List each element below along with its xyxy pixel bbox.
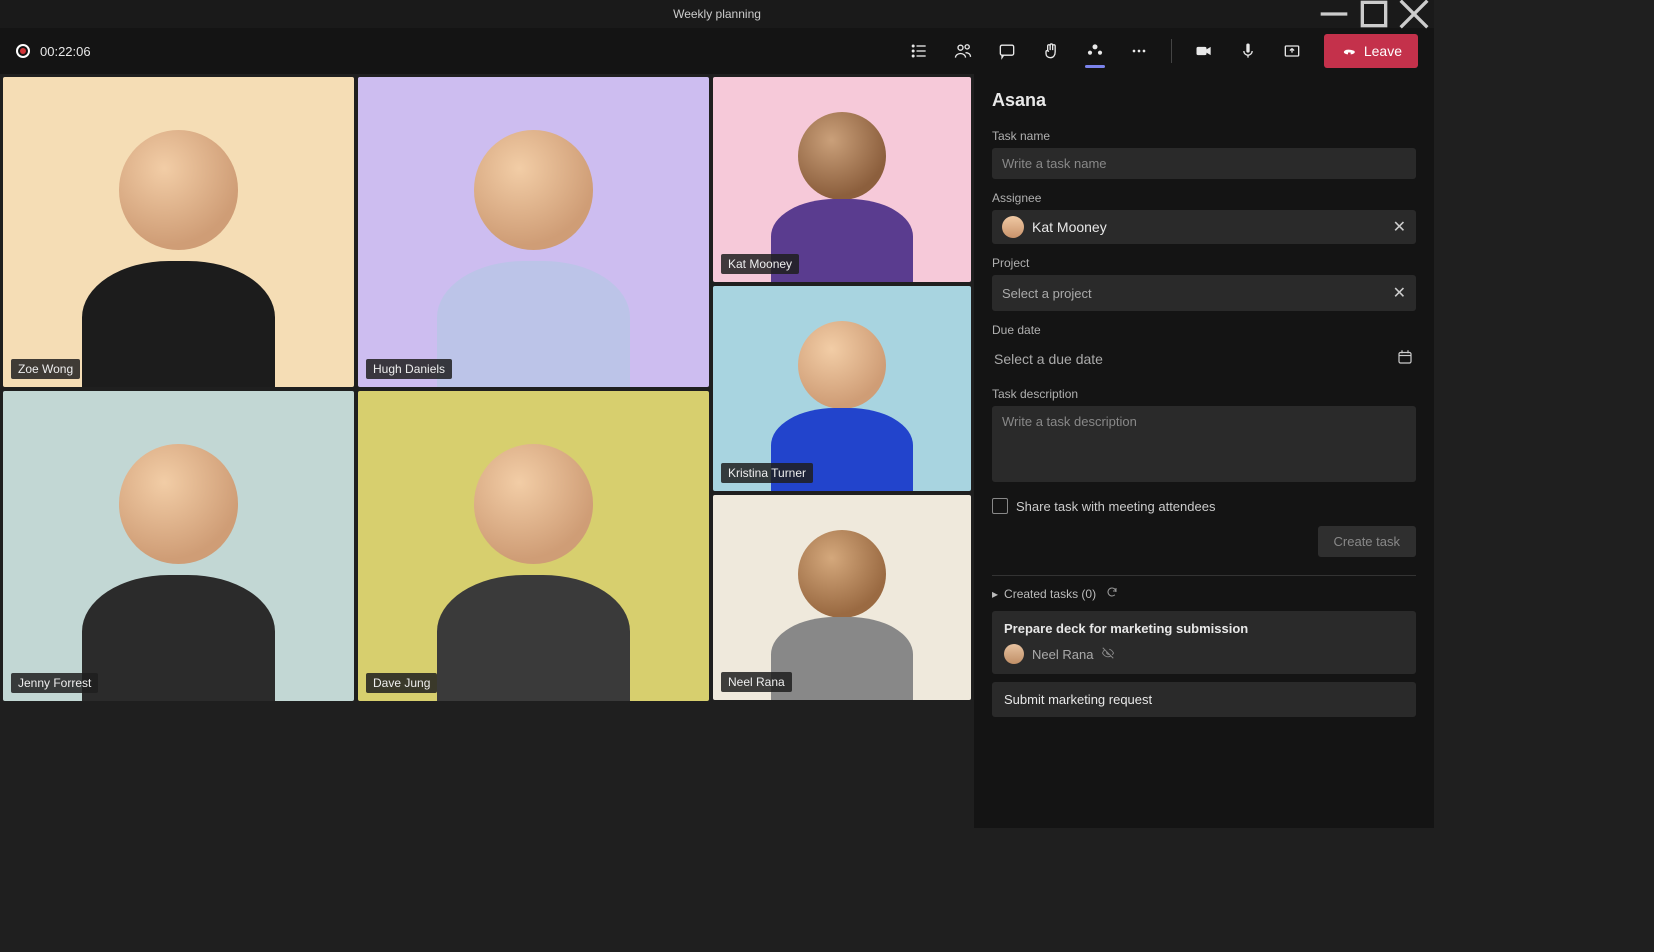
create-task-button[interactable]: Create task (1318, 526, 1416, 557)
participant-name: Neel Rana (721, 672, 792, 692)
meeting-toolbar: 00:22:06 Leave (0, 28, 1434, 74)
participant-tile[interactable]: Kat Mooney (713, 77, 971, 282)
titlebar: Weekly planning (0, 0, 1434, 28)
window-title: Weekly planning (673, 7, 761, 21)
description-input[interactable] (992, 406, 1416, 482)
call-timer: 00:22:06 (40, 44, 91, 59)
window-controls (1314, 0, 1434, 28)
participant-tile[interactable]: Jenny Forrest (3, 391, 354, 701)
mic-icon[interactable] (1228, 31, 1268, 71)
video-grid: Zoe Wong Hugh Daniels Jenny Forrest Dave… (0, 74, 974, 828)
task-name-label: Task name (992, 129, 1416, 143)
avatar (1004, 644, 1024, 664)
more-icon[interactable] (1119, 31, 1159, 71)
chevron-right-icon: ▸ (992, 587, 998, 601)
leave-label: Leave (1364, 43, 1402, 59)
task-card[interactable]: Submit marketing request (992, 682, 1416, 717)
close-icon[interactable] (1394, 0, 1434, 28)
task-title: Prepare deck for marketing submission (1004, 621, 1404, 636)
participant-name: Hugh Daniels (366, 359, 452, 379)
camera-icon[interactable] (1184, 31, 1224, 71)
participant-tile[interactable]: Zoe Wong (3, 77, 354, 387)
divider (992, 575, 1416, 576)
task-card[interactable]: Prepare deck for marketing submission Ne… (992, 611, 1416, 674)
leave-button[interactable]: Leave (1324, 34, 1418, 68)
participant-tile[interactable]: Hugh Daniels (358, 77, 709, 387)
project-label: Project (992, 256, 1416, 270)
created-tasks-header[interactable]: ▸ Created tasks (0) (992, 586, 1416, 601)
people-icon[interactable] (943, 31, 983, 71)
list-icon[interactable] (899, 31, 939, 71)
participant-tile[interactable]: Neel Rana (713, 495, 971, 700)
description-label: Task description (992, 387, 1416, 401)
participant-tile[interactable]: Dave Jung (358, 391, 709, 701)
assignee-select[interactable]: Kat Mooney ✕ (992, 210, 1416, 244)
due-date-select[interactable]: Select a due date (992, 342, 1416, 375)
chat-icon[interactable] (987, 31, 1027, 71)
task-title: Submit marketing request (1004, 692, 1404, 707)
participant-name: Kat Mooney (721, 254, 799, 274)
panel-title: Asana (992, 90, 1416, 111)
toolbar-separator (1171, 39, 1172, 63)
due-date-label: Due date (992, 323, 1416, 337)
created-tasks-label: Created tasks (0) (1004, 587, 1096, 601)
clear-icon[interactable]: ✕ (1393, 283, 1406, 303)
refresh-icon[interactable] (1106, 586, 1118, 601)
participant-name: Jenny Forrest (11, 673, 98, 693)
avatar (1002, 216, 1024, 238)
share-label: Share task with meeting attendees (1016, 499, 1215, 514)
hidden-icon (1101, 646, 1115, 663)
task-assignee: Neel Rana (1032, 647, 1093, 662)
project-select[interactable]: Select a project ✕ (992, 275, 1416, 311)
clear-icon[interactable]: ✕ (1393, 217, 1406, 237)
checkbox-icon[interactable] (992, 498, 1008, 514)
task-name-input[interactable] (992, 148, 1416, 179)
share-screen-icon[interactable] (1272, 31, 1312, 71)
assignee-value: Kat Mooney (1032, 219, 1107, 235)
due-date-placeholder: Select a due date (994, 351, 1103, 367)
project-placeholder: Select a project (1002, 286, 1092, 301)
maximize-icon[interactable] (1354, 0, 1394, 28)
asana-panel: Asana Task name Assignee Kat Mooney ✕ Pr… (974, 74, 1434, 828)
participant-name: Zoe Wong (11, 359, 80, 379)
rooms-icon[interactable] (1075, 31, 1115, 71)
share-checkbox-row[interactable]: Share task with meeting attendees (992, 498, 1416, 514)
recording-icon (16, 44, 30, 58)
participant-tile[interactable]: Kristina Turner (713, 286, 971, 491)
minimize-icon[interactable] (1314, 0, 1354, 28)
assignee-label: Assignee (992, 191, 1416, 205)
calendar-icon[interactable] (1396, 348, 1414, 369)
participant-name: Dave Jung (366, 673, 437, 693)
participant-name: Kristina Turner (721, 463, 813, 483)
raise-hand-icon[interactable] (1031, 31, 1071, 71)
